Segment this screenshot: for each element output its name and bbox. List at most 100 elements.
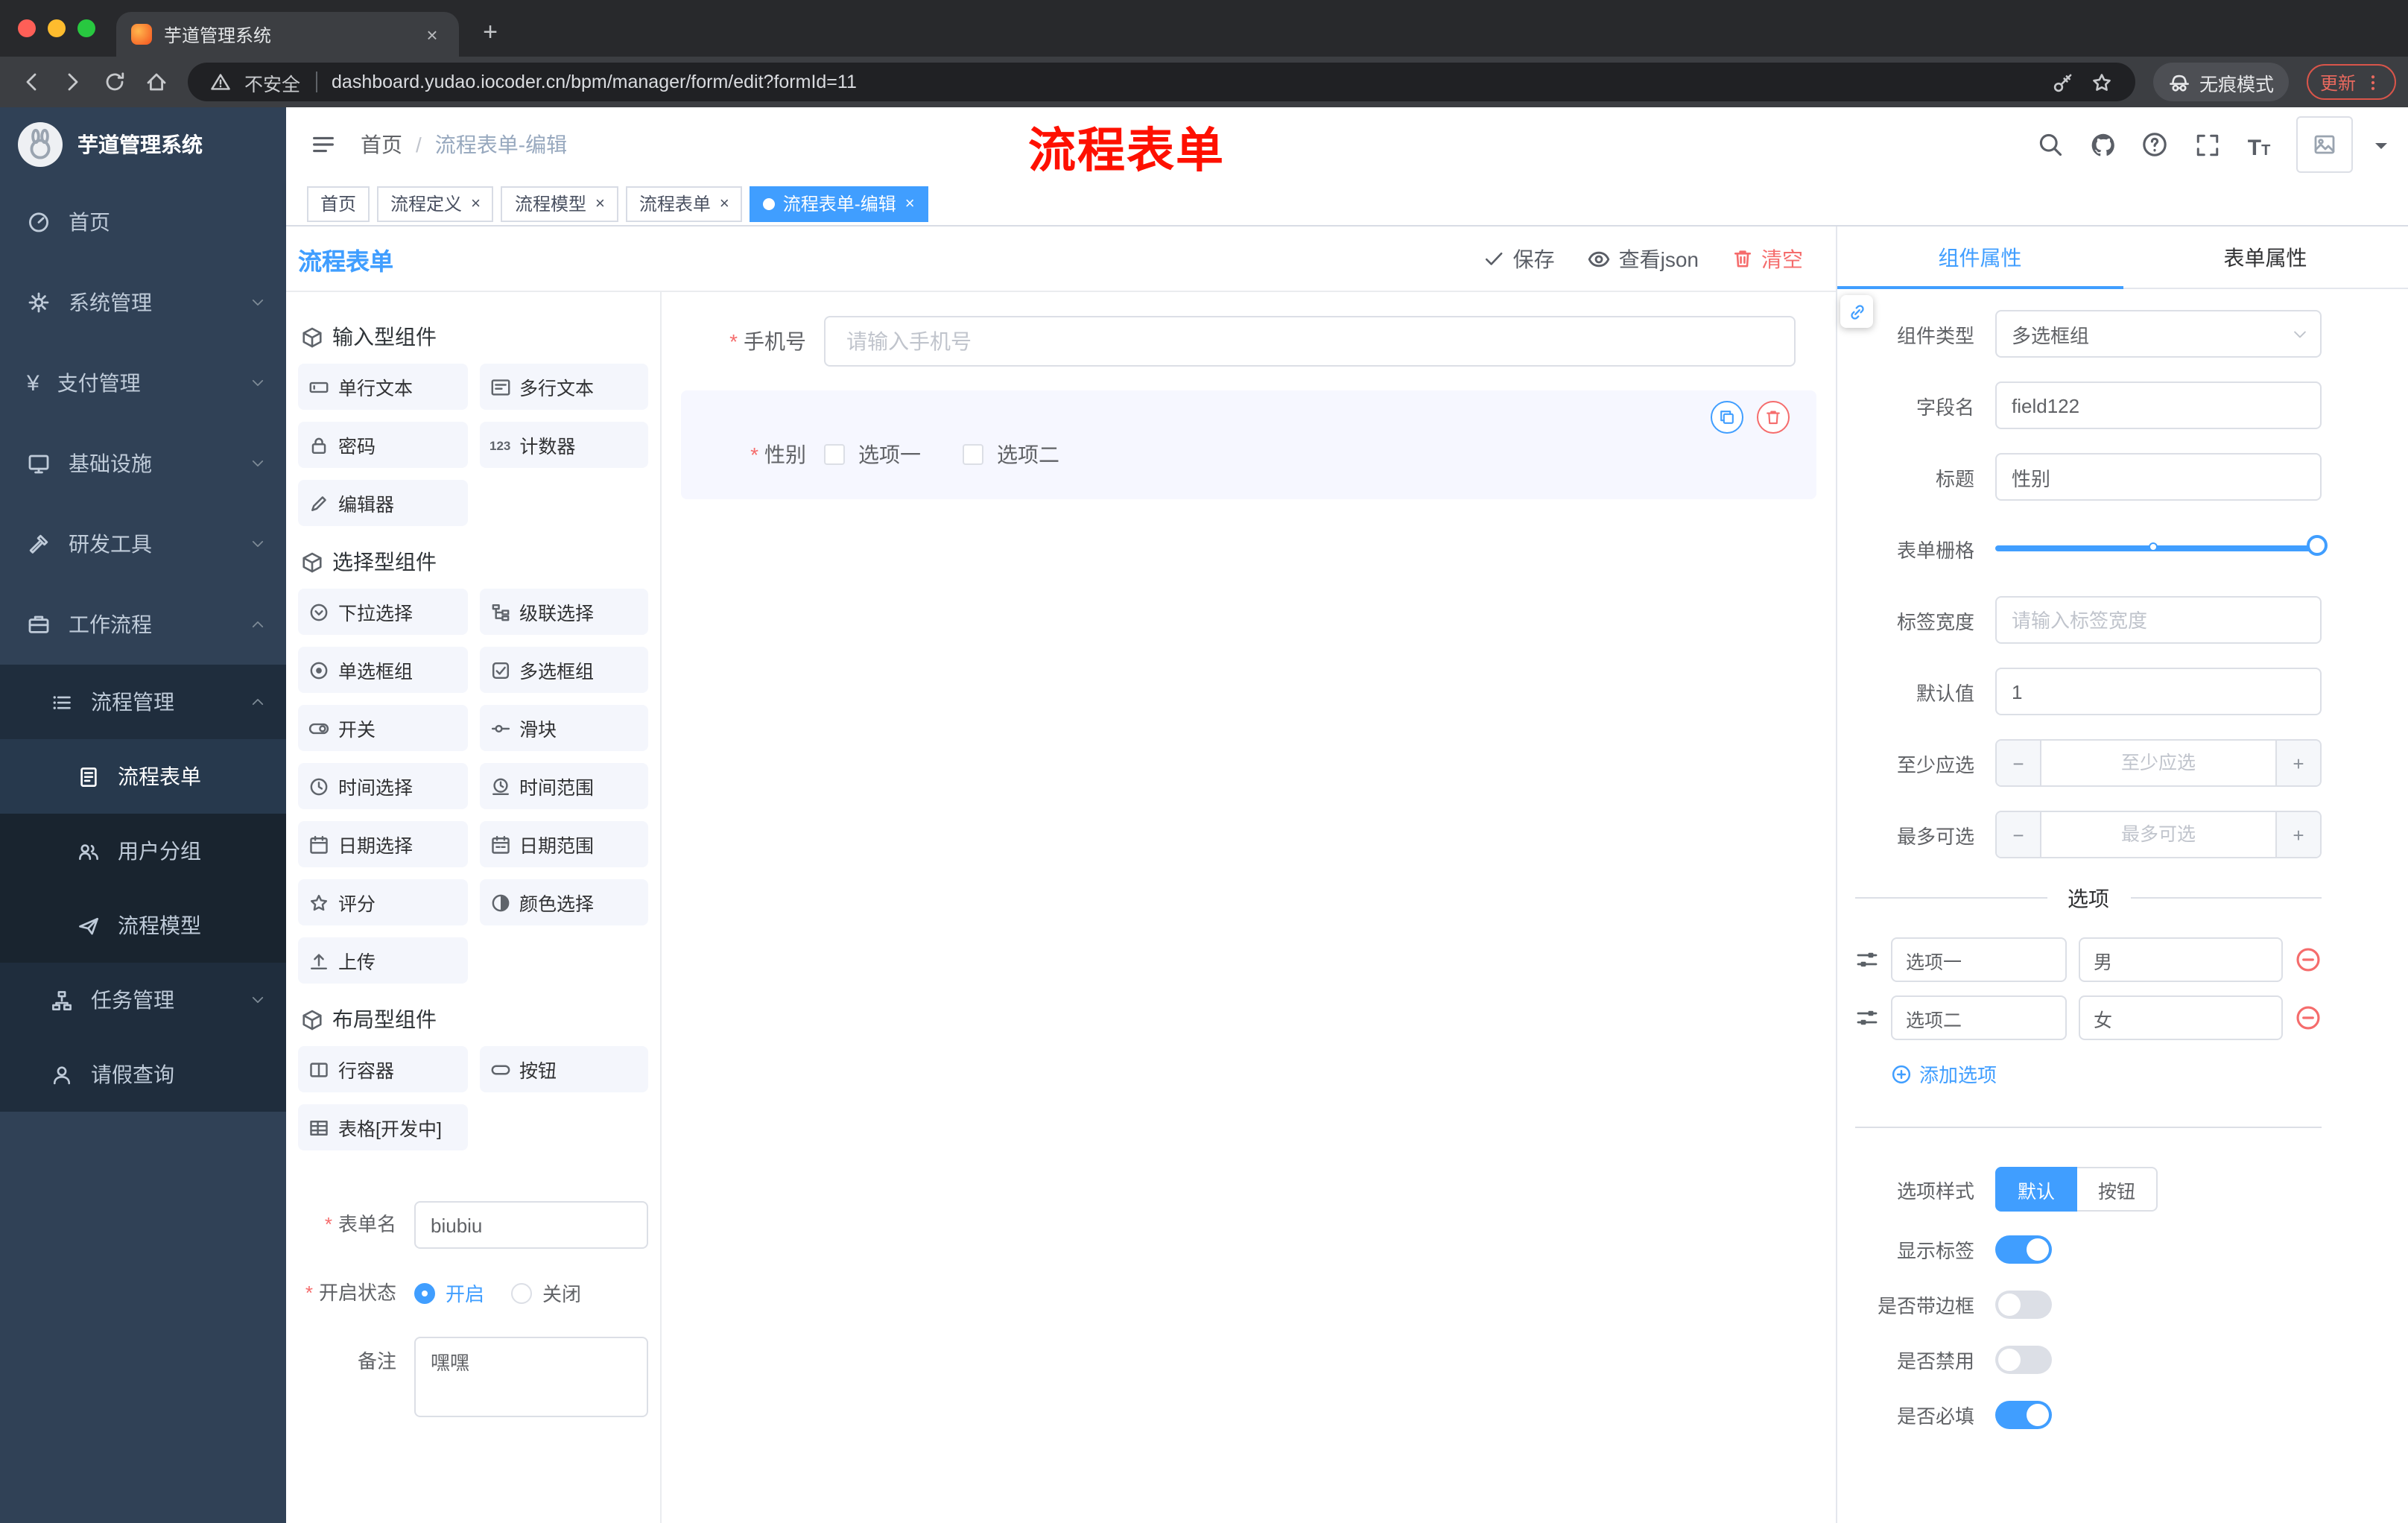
delete-component-button[interactable] bbox=[1757, 401, 1790, 434]
title-input[interactable] bbox=[1995, 453, 2322, 501]
field-name-input[interactable] bbox=[1995, 381, 2322, 429]
status-radio-open[interactable]: 开启 bbox=[414, 1279, 484, 1307]
tag-process-model[interactable]: 流程模型 bbox=[501, 186, 618, 221]
sidebar-item-workflow[interactable]: 工作流程 bbox=[0, 584, 286, 665]
label-width-input[interactable] bbox=[1995, 596, 2322, 644]
breadcrumb-home[interactable]: 首页 bbox=[361, 130, 402, 159]
palette-item-table[interactable]: 表格[开发中] bbox=[298, 1104, 467, 1150]
component-type-select[interactable]: 多选框组 bbox=[1995, 310, 2322, 358]
drag-handle-icon[interactable] bbox=[1855, 948, 1879, 972]
caret-down-icon[interactable] bbox=[2375, 143, 2387, 155]
star-icon[interactable] bbox=[2088, 67, 2117, 97]
minimize-window-button[interactable] bbox=[48, 19, 66, 37]
increase-button[interactable] bbox=[2275, 741, 2320, 785]
palette-item-checkbox-group[interactable]: 多选框组 bbox=[479, 647, 648, 693]
palette-item-rate[interactable]: 评分 bbox=[298, 879, 467, 925]
palette-item-date-range[interactable]: 日期范围 bbox=[479, 821, 648, 867]
close-window-button[interactable] bbox=[18, 19, 36, 37]
palette-item-time-picker[interactable]: 时间选择 bbox=[298, 763, 467, 809]
github-button[interactable] bbox=[2088, 130, 2117, 159]
palette-item-select[interactable]: 下拉选择 bbox=[298, 589, 467, 635]
forward-button[interactable] bbox=[54, 63, 92, 101]
remove-option-button[interactable] bbox=[2295, 1004, 2322, 1031]
palette-item-time-range[interactable]: 时间范围 bbox=[479, 763, 648, 809]
sidebar-item-process-management[interactable]: 流程管理 bbox=[0, 665, 286, 739]
option-value-input[interactable] bbox=[2079, 937, 2283, 982]
disabled-switch[interactable] bbox=[1995, 1346, 2052, 1374]
palette-item-cascader[interactable]: 级联选择 bbox=[479, 589, 648, 635]
sidebar-item-home[interactable]: 首页 bbox=[0, 182, 286, 262]
palette-item-editor[interactable]: 编辑器 bbox=[298, 480, 467, 526]
home-button[interactable] bbox=[137, 63, 176, 101]
sidebar-toggle-button[interactable] bbox=[286, 107, 361, 182]
sidebar-item-leave-query[interactable]: 请假查询 bbox=[0, 1037, 286, 1112]
new-tab-button[interactable] bbox=[477, 18, 504, 48]
clear-button[interactable]: 清空 bbox=[1731, 244, 1803, 273]
sidebar-item-process-model[interactable]: 流程模型 bbox=[0, 888, 286, 963]
tag-process-definition[interactable]: 流程定义 bbox=[377, 186, 494, 221]
palette-item-upload[interactable]: 上传 bbox=[298, 937, 467, 984]
required-switch[interactable] bbox=[1995, 1401, 2052, 1429]
key-icon[interactable] bbox=[2049, 67, 2079, 97]
option-value-input[interactable] bbox=[2079, 995, 2283, 1040]
decrease-button[interactable] bbox=[1997, 741, 2041, 785]
option-label-input[interactable] bbox=[1891, 937, 2067, 982]
grid-slider[interactable] bbox=[1995, 525, 2328, 572]
palette-item-button[interactable]: 按钮 bbox=[479, 1046, 648, 1092]
tag-close-icon[interactable] bbox=[905, 194, 915, 212]
sidebar-item-user-group[interactable]: 用户分组 bbox=[0, 814, 286, 888]
sidebar-item-dev-tools[interactable]: 研发工具 bbox=[0, 504, 286, 584]
address-bar[interactable]: 不安全 dashboard.yudao.iocoder.cn/bpm/manag… bbox=[188, 63, 2135, 101]
sidebar-item-system-management[interactable]: 系统管理 bbox=[0, 262, 286, 343]
tag-close-icon[interactable] bbox=[595, 194, 605, 212]
font-size-button[interactable] bbox=[2244, 130, 2274, 159]
palette-item-switch[interactable]: 开关 bbox=[298, 705, 467, 751]
palette-item-counter[interactable]: 计数器 bbox=[479, 422, 648, 468]
palette-item-text-field[interactable]: 单行文本 bbox=[298, 364, 467, 410]
sidebar-item-infrastructure[interactable]: 基础设施 bbox=[0, 423, 286, 504]
tab-form-props[interactable]: 表单属性 bbox=[2123, 227, 2408, 288]
phone-input[interactable] bbox=[824, 316, 1796, 367]
slider-handle[interactable] bbox=[2307, 535, 2328, 556]
palette-item-color-picker[interactable]: 颜色选择 bbox=[479, 879, 648, 925]
palette-item-password[interactable]: 密码 bbox=[298, 422, 467, 468]
palette-item-slider[interactable]: 滑块 bbox=[479, 705, 648, 751]
increase-button[interactable] bbox=[2275, 812, 2320, 857]
browser-tab[interactable]: 芋道管理系统 bbox=[116, 12, 459, 57]
tab-close-icon[interactable] bbox=[420, 23, 444, 45]
tag-close-icon[interactable] bbox=[720, 194, 729, 212]
decrease-button[interactable] bbox=[1997, 812, 2041, 857]
view-json-button[interactable]: 查看json bbox=[1588, 244, 1699, 273]
avatar[interactable] bbox=[2296, 116, 2353, 173]
gender-option-1[interactable]: 选项一 bbox=[824, 440, 921, 469]
option-label-input[interactable] bbox=[1891, 995, 2067, 1040]
checkbox-icon[interactable] bbox=[963, 444, 983, 465]
palette-item-row-container[interactable]: 行容器 bbox=[298, 1046, 467, 1092]
tag-process-form-edit[interactable]: 流程表单-编辑 bbox=[750, 186, 928, 221]
style-button-button[interactable]: 按钮 bbox=[2077, 1167, 2158, 1212]
remove-option-button[interactable] bbox=[2295, 946, 2322, 973]
zoom-window-button[interactable] bbox=[77, 19, 95, 37]
sidebar-item-payment-management[interactable]: 支付管理 bbox=[0, 343, 286, 423]
update-button[interactable]: 更新 bbox=[2306, 64, 2396, 100]
remark-textarea[interactable] bbox=[414, 1337, 648, 1417]
palette-item-date-picker[interactable]: 日期选择 bbox=[298, 821, 467, 867]
form-canvas[interactable]: 手机号 bbox=[662, 292, 1836, 1523]
palette-item-textarea[interactable]: 多行文本 bbox=[479, 364, 648, 410]
fullscreen-button[interactable] bbox=[2192, 130, 2222, 159]
back-button[interactable] bbox=[12, 63, 51, 101]
sidebar-item-task-management[interactable]: 任务管理 bbox=[0, 963, 286, 1037]
copy-component-button[interactable] bbox=[1711, 401, 1743, 434]
drag-handle-icon[interactable] bbox=[1855, 1006, 1879, 1030]
show-label-switch[interactable] bbox=[1995, 1235, 2052, 1264]
search-button[interactable] bbox=[2035, 130, 2065, 159]
tag-process-form[interactable]: 流程表单 bbox=[625, 186, 743, 221]
default-value-input[interactable] bbox=[1995, 668, 2322, 715]
field-gender-selected[interactable]: 性别 选项一 选项二 bbox=[681, 390, 1816, 499]
reload-button[interactable] bbox=[95, 63, 134, 101]
style-default-button[interactable]: 默认 bbox=[1995, 1167, 2078, 1212]
field-phone[interactable]: 手机号 bbox=[681, 316, 1816, 367]
tag-close-icon[interactable] bbox=[471, 194, 481, 212]
save-button[interactable]: 保存 bbox=[1483, 244, 1555, 273]
status-radio-closed[interactable]: 关闭 bbox=[511, 1279, 581, 1307]
